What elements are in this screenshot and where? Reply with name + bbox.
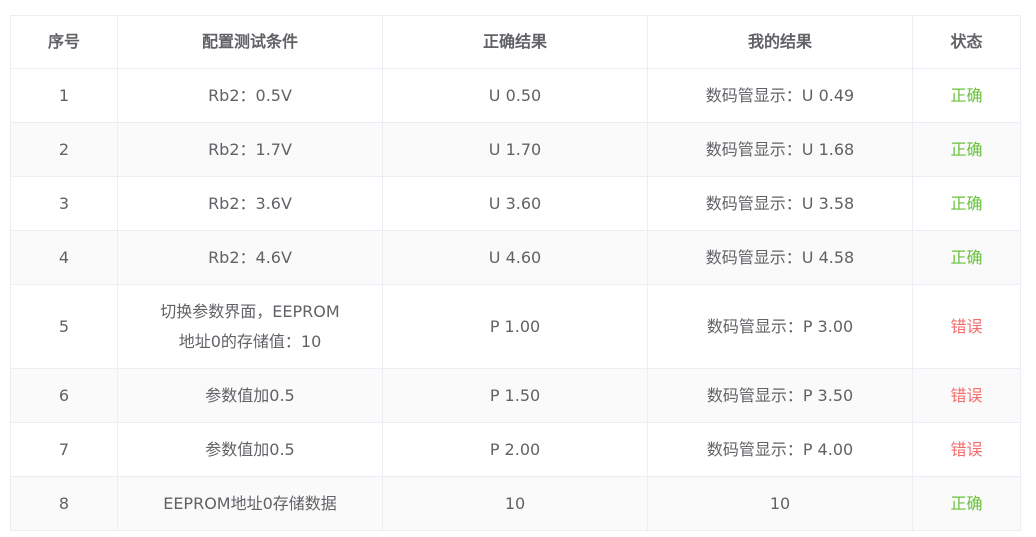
cell-actual: 数码管显示：U 4.58: [647, 230, 913, 285]
cell-no: 4: [10, 230, 118, 285]
results-table: 序号 配置测试条件 正确结果 我的结果 状态 1 Rb2：0.5V U 0.50…: [10, 15, 1021, 531]
cell-status: 正确: [912, 476, 1021, 531]
header-status: 状态: [912, 15, 1021, 69]
cell-no: 6: [10, 368, 118, 423]
table-row: 8 EEPROM地址0存储数据 10 10 正确: [10, 476, 1021, 531]
cell-expected: U 4.60: [382, 230, 648, 285]
table-row: 7 参数值加0.5 P 2.00 数码管显示：P 4.00 错误: [10, 422, 1021, 477]
cell-status: 正确: [912, 176, 1021, 231]
cell-status: 正确: [912, 68, 1021, 123]
header-condition: 配置测试条件: [117, 15, 383, 69]
cell-condition: 参数值加0.5: [117, 422, 383, 477]
header-row: 序号 配置测试条件 正确结果 我的结果 状态: [10, 15, 1021, 69]
cell-expected: 10: [382, 476, 648, 531]
cell-expected: P 1.00: [382, 284, 648, 369]
cell-actual: 数码管显示：P 3.00: [647, 284, 913, 369]
table-header: 序号 配置测试条件 正确结果 我的结果 状态: [10, 15, 1021, 69]
cell-expected: P 2.00: [382, 422, 648, 477]
cell-actual: 数码管显示：U 1.68: [647, 122, 913, 177]
cell-expected: U 3.60: [382, 176, 648, 231]
cell-condition: Rb2：3.6V: [117, 176, 383, 231]
results-table-container: 序号 配置测试条件 正确结果 我的结果 状态 1 Rb2：0.5V U 0.50…: [10, 15, 1021, 531]
cell-no: 8: [10, 476, 118, 531]
cell-no: 1: [10, 68, 118, 123]
cell-no: 3: [10, 176, 118, 231]
cell-no: 7: [10, 422, 118, 477]
table-body: 1 Rb2：0.5V U 0.50 数码管显示：U 0.49 正确 2 Rb2：…: [10, 68, 1021, 531]
header-actual: 我的结果: [647, 15, 913, 69]
cell-condition: EEPROM地址0存储数据: [117, 476, 383, 531]
cell-actual: 10: [647, 476, 913, 531]
cell-status: 错误: [912, 368, 1021, 423]
cell-actual: 数码管显示：U 3.58: [647, 176, 913, 231]
cell-actual: 数码管显示：U 0.49: [647, 68, 913, 123]
cell-no: 2: [10, 122, 118, 177]
cell-status: 错误: [912, 284, 1021, 369]
cell-condition: 参数值加0.5: [117, 368, 383, 423]
cell-no: 5: [10, 284, 118, 369]
table-row: 1 Rb2：0.5V U 0.50 数码管显示：U 0.49 正确: [10, 68, 1021, 123]
table-row: 4 Rb2：4.6V U 4.60 数码管显示：U 4.58 正确: [10, 230, 1021, 285]
cell-status: 正确: [912, 230, 1021, 285]
cell-condition: Rb2：0.5V: [117, 68, 383, 123]
cell-expected: U 0.50: [382, 68, 648, 123]
cell-expected: P 1.50: [382, 368, 648, 423]
cell-actual: 数码管显示：P 3.50: [647, 368, 913, 423]
condition-line: 切换参数界面，EEPROM: [160, 301, 340, 321]
cell-condition: Rb2：1.7V: [117, 122, 383, 177]
cell-actual: 数码管显示：P 4.00: [647, 422, 913, 477]
table-row: 3 Rb2：3.6V U 3.60 数码管显示：U 3.58 正确: [10, 176, 1021, 231]
header-expected: 正确结果: [382, 15, 648, 69]
cell-expected: U 1.70: [382, 122, 648, 177]
cell-status: 错误: [912, 422, 1021, 477]
table-row: 6 参数值加0.5 P 1.50 数码管显示：P 3.50 错误: [10, 368, 1021, 423]
table-row: 2 Rb2：1.7V U 1.70 数码管显示：U 1.68 正确: [10, 122, 1021, 177]
cell-condition: Rb2：4.6V: [117, 230, 383, 285]
header-no: 序号: [10, 15, 118, 69]
table-row: 5 切换参数界面，EEPROM 地址0的存储值：10 P 1.00 数码管显示：…: [10, 284, 1021, 369]
cell-condition: 切换参数界面，EEPROM 地址0的存储值：10: [117, 284, 383, 369]
condition-line: 地址0的存储值：10: [178, 331, 322, 351]
cell-status: 正确: [912, 122, 1021, 177]
